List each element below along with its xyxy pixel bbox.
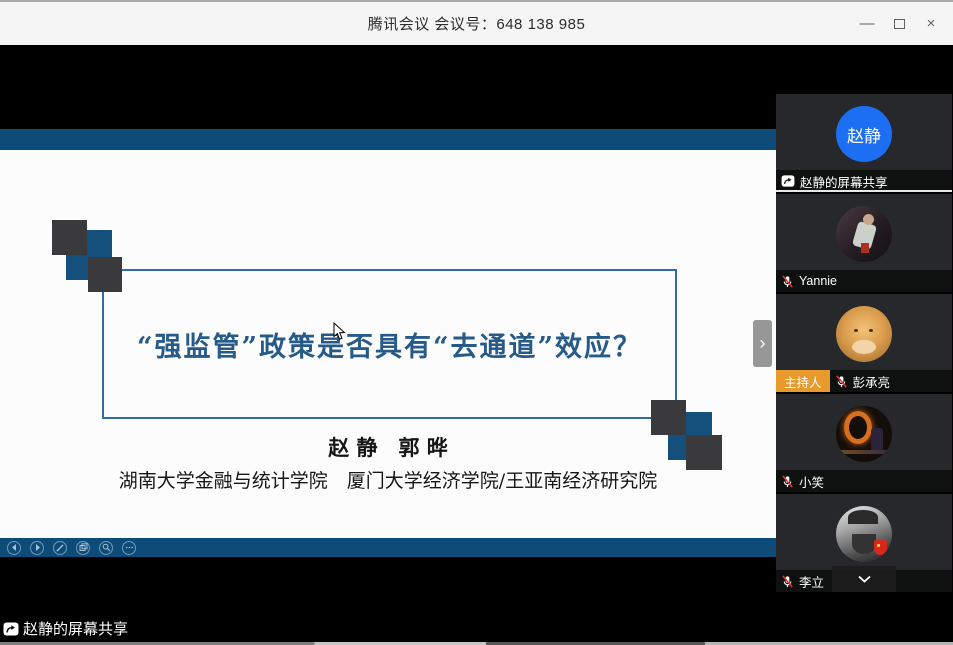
slide-top-band — [0, 129, 776, 150]
mouse-cursor — [333, 322, 346, 341]
screen-share-icon — [3, 622, 19, 636]
screen-share-icon — [781, 175, 795, 187]
screen-share-banner: 赵静的屏幕共享 — [3, 618, 128, 639]
participant-name: 李立 — [799, 572, 824, 591]
zoom-button[interactable] — [99, 541, 113, 555]
participant-name: 小笑 — [799, 472, 824, 491]
close-icon: × — [927, 15, 936, 32]
ellipsis-icon — [125, 543, 134, 552]
active-speaker-line — [776, 190, 952, 192]
all-slides-button[interactable] — [76, 541, 90, 555]
participant-name-bar: 小笑 — [776, 470, 952, 492]
avatar-ferris-wheel — [836, 406, 892, 462]
deco-square-dark-br2 — [686, 435, 722, 470]
participant-tile-pengchengliang[interactable]: 主持人 彭承亮 — [776, 294, 952, 392]
previous-slide-icon — [10, 543, 19, 552]
pen-button[interactable] — [53, 541, 67, 555]
participant-name: Yannie — [799, 274, 837, 288]
participant-name: 彭承亮 — [853, 372, 891, 391]
title-bar: 腾讯会议 会议号：648 138 985 — × — [0, 2, 953, 45]
avatar-initials: 赵静 — [847, 122, 881, 147]
magnifier-icon — [102, 543, 111, 552]
mic-muted-icon — [835, 375, 848, 388]
slide-title: “强监管”政策是否具有“去通道”效应？ — [137, 325, 642, 364]
participant-name-bar: Yannie — [776, 270, 952, 292]
avatar-yannie — [836, 206, 892, 262]
avatar-portrait — [836, 506, 892, 562]
minimize-button[interactable]: — — [851, 8, 883, 40]
participant-name-bar: 赵静的屏幕共享 — [776, 170, 952, 192]
previous-slide-button[interactable] — [7, 541, 21, 555]
deco-square-dark-tl2 — [88, 257, 122, 292]
close-button[interactable]: × — [915, 8, 947, 40]
collapse-video-strip-button[interactable] — [832, 566, 896, 592]
screen-share-banner-label: 赵静的屏幕共享 — [23, 618, 128, 639]
participant-tile-zhaojing-share[interactable]: 赵静 赵静的屏幕共享 — [776, 94, 952, 192]
mic-muted-icon — [781, 475, 794, 488]
participant-tile-xiaoxiao[interactable]: 小笑 — [776, 394, 952, 492]
slide-title-box: “强监管”政策是否具有“去通道”效应？ — [102, 269, 677, 419]
all-slides-icon — [79, 543, 88, 552]
maximize-button[interactable] — [883, 8, 915, 40]
host-badge: 主持人 — [776, 370, 830, 392]
avatar-cat — [836, 306, 892, 362]
deco-square-dark-tl1 — [52, 220, 87, 255]
presentation-slide: “强监管”政策是否具有“去通道”效应？ 赵 静 郭 晔 湖南大学金融与统计学院 … — [0, 150, 776, 538]
more-options-button[interactable] — [122, 541, 136, 555]
deco-square-dark-br1 — [651, 400, 686, 435]
slide-authors: 赵 静 郭 晔 — [0, 432, 776, 462]
maximize-icon — [894, 19, 905, 29]
window-controls: — × — [851, 2, 947, 45]
slideshow-toolbar — [0, 538, 776, 557]
sidebar-collapse-button[interactable]: › — [753, 320, 772, 367]
participant-name-bar: 主持人 彭承亮 — [776, 370, 952, 392]
window-title: 腾讯会议 会议号：648 138 985 — [368, 13, 586, 34]
shared-screen-stage: “强监管”政策是否具有“去通道”效应？ 赵 静 郭 晔 湖南大学金融与统计学院 … — [0, 47, 776, 645]
avatar-zhaojing: 赵静 — [836, 106, 892, 162]
participant-tile-lili[interactable]: 李立 — [776, 494, 952, 592]
next-slide-icon — [33, 543, 42, 552]
next-slide-button[interactable] — [30, 541, 44, 555]
chevron-down-icon — [857, 575, 872, 583]
tencent-meeting-window: 腾讯会议 会议号：648 138 985 — × “强监管”政策是否具有“去通道… — [0, 0, 953, 645]
pen-icon — [56, 543, 65, 552]
mic-muted-icon — [781, 575, 794, 588]
participant-tile-yannie[interactable]: Yannie — [776, 194, 952, 292]
chevron-right-icon: › — [760, 333, 766, 354]
participant-sidebar: 赵静 赵静的屏幕共享 — [776, 94, 952, 594]
slide-affiliation: 湖南大学金融与统计学院 厦门大学经济学院/王亚南经济研究院 — [0, 466, 776, 493]
mic-muted-icon — [781, 275, 794, 288]
participant-name: 赵静的屏幕共享 — [800, 172, 888, 191]
minimize-icon: — — [860, 15, 875, 32]
